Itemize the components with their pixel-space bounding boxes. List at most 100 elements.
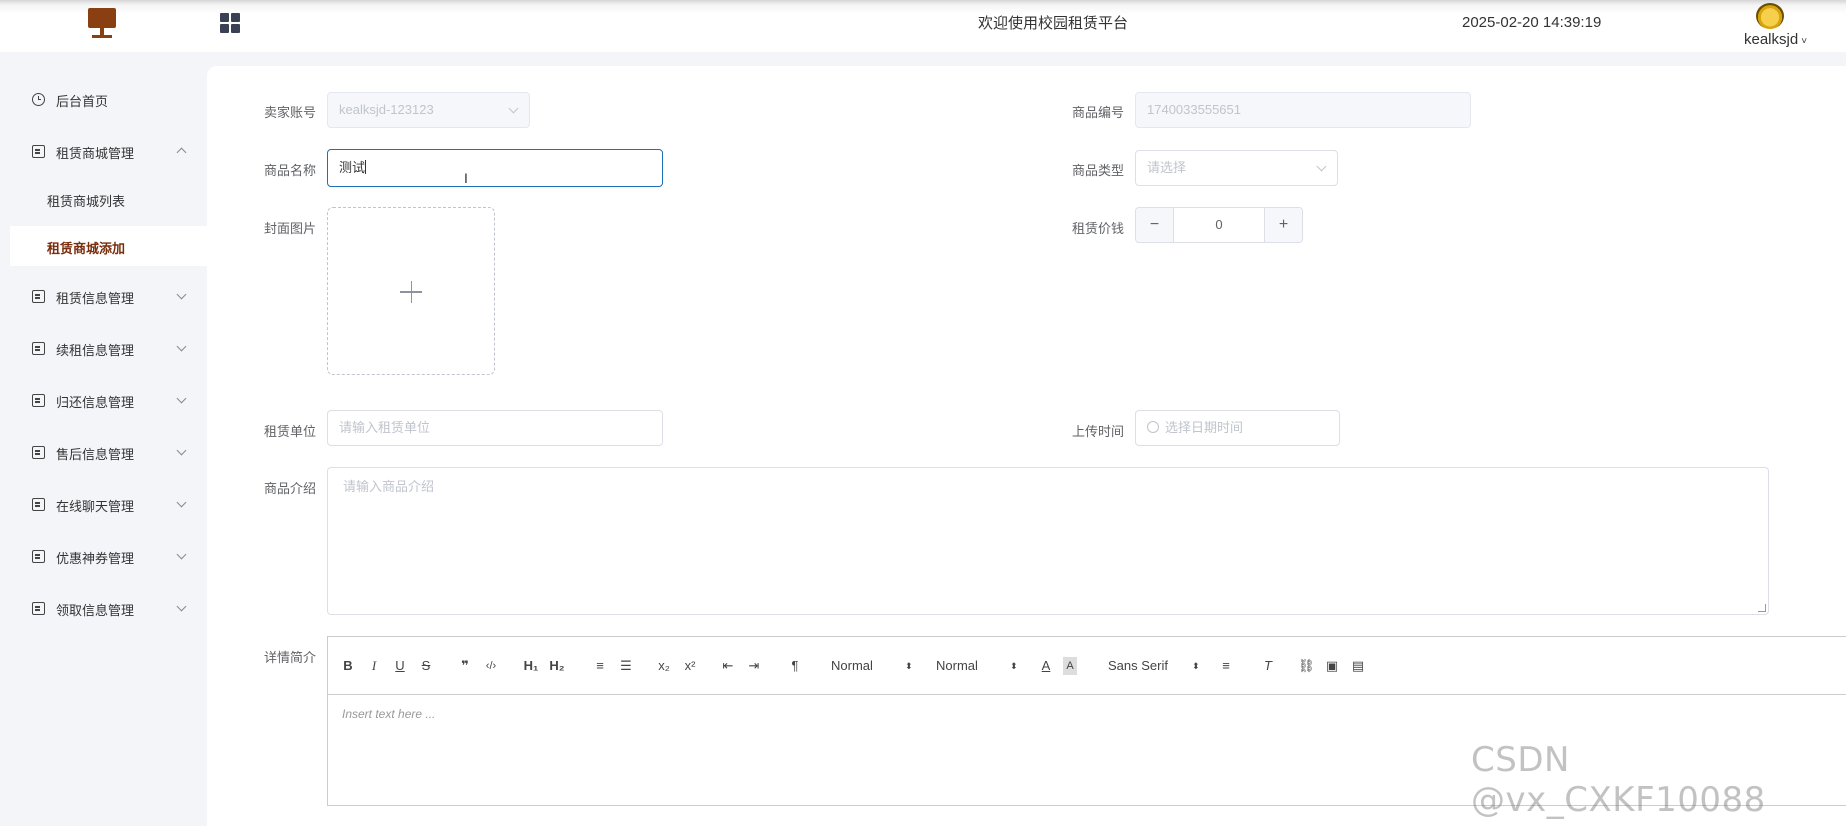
user-menu[interactable]: kealksjd ˅ [1744, 31, 1807, 48]
header-select[interactable]: Normal ⬍ [936, 657, 1018, 675]
sidebar-item-label: 归还信息管理 [56, 394, 135, 410]
avatar[interactable] [1756, 3, 1784, 29]
background-color-icon[interactable]: A [1063, 657, 1077, 675]
top-bar: 欢迎使用校园租赁平台 2025-02-20 14:39:19 kealksjd ˅ [0, 0, 1846, 52]
header-select-value: Normal [936, 658, 978, 673]
chevron-down-icon: ˅ [1801, 36, 1808, 47]
header-2-button[interactable]: H₂ [548, 657, 566, 675]
chevron-down-icon [176, 601, 187, 612]
chevron-up-icon [176, 147, 187, 158]
seller-account-label: 卖家账号 [264, 105, 317, 120]
font-color-icon[interactable]: A [1039, 657, 1053, 675]
product-name-input[interactable]: 测试 [327, 149, 663, 187]
sidebar-group-rental-mall[interactable]: 租赁商城管理 [0, 132, 207, 172]
resize-handle-icon[interactable] [1758, 604, 1766, 612]
rent-price-input[interactable]: 0 [1174, 208, 1264, 242]
seller-account-value: kealksjd-123123 [339, 102, 434, 117]
image-icon[interactable]: ▣ [1324, 657, 1340, 675]
product-type-select[interactable]: 请选择 [1135, 150, 1338, 186]
sidebar-item-label: 续租信息管理 [56, 342, 135, 358]
rent-unit-label: 租赁单位 [264, 424, 317, 439]
bullet-list-icon[interactable]: ☰ [618, 657, 634, 675]
text-cursor-icon: I [464, 170, 468, 186]
clock-icon [32, 93, 45, 106]
chevron-down-icon [176, 445, 187, 456]
ordered-list-icon[interactable]: ≡ [592, 657, 608, 675]
sidebar-group-rental-info[interactable]: 租赁信息管理 [0, 277, 207, 317]
sidebar-item-label: 后台首页 [56, 93, 109, 109]
outdent-icon[interactable]: ⇤ [720, 657, 736, 675]
product-no-field: 1740033555651 [1135, 92, 1471, 128]
font-select[interactable]: Sans Serif ⬍ [1108, 657, 1208, 675]
chevron-down-icon [176, 341, 187, 352]
upload-time-picker[interactable]: 选择日期时间 [1135, 410, 1340, 446]
align-icon[interactable]: ≡ [1218, 657, 1234, 675]
rent-price-label: 租赁价钱 [1072, 221, 1125, 236]
chevron-down-icon [176, 289, 187, 300]
sidebar-item-rental-mall-add[interactable]: 租赁商城添加 [10, 226, 207, 266]
subscript-button[interactable]: x₂ [656, 657, 672, 675]
intro-placeholder: 请输入商品介绍 [343, 479, 435, 494]
clock-icon [1147, 421, 1159, 433]
sidebar-group-coupons[interactable]: 优惠神券管理 [0, 537, 207, 577]
italic-button[interactable]: I [368, 657, 380, 675]
size-select[interactable]: Normal ⬍ [831, 657, 913, 675]
sidebar-item-rental-mall-list[interactable]: 租赁商城列表 [10, 179, 207, 219]
sidebar-group-renewal-info[interactable]: 续租信息管理 [0, 329, 207, 369]
submenu-label: 租赁商城列表 [47, 194, 126, 209]
strike-button[interactable]: S [420, 657, 432, 675]
product-type-placeholder: 请选择 [1147, 160, 1187, 175]
product-type-label: 商品类型 [1072, 163, 1125, 178]
product-name-label: 商品名称 [264, 163, 317, 178]
chevron-updown-icon: ⬍ [1192, 661, 1200, 671]
submenu-label: 租赁商城添加 [47, 241, 126, 256]
apps-grid-icon[interactable] [220, 13, 240, 33]
chevron-down-icon [176, 393, 187, 404]
sidebar-group-return-info[interactable]: 归还信息管理 [0, 381, 207, 421]
product-no-value: 1740033555651 [1147, 102, 1241, 117]
sidebar-item-label: 售后信息管理 [56, 446, 135, 462]
header-1-button[interactable]: H₁ [522, 657, 540, 675]
increment-button[interactable]: + [1264, 208, 1302, 242]
superscript-button[interactable]: x² [682, 657, 698, 675]
sidebar-group-after-sales[interactable]: 售后信息管理 [0, 433, 207, 473]
current-datetime: 2025-02-20 14:39:19 [1462, 14, 1602, 31]
monitor-logo-icon [88, 8, 116, 38]
video-icon[interactable]: ▤ [1350, 657, 1366, 675]
sidebar-item-label: 租赁商城管理 [56, 145, 135, 161]
document-icon [32, 550, 45, 563]
rent-unit-input[interactable]: 请输入租赁单位 [327, 410, 663, 446]
blockquote-button[interactable]: ❞ [458, 657, 472, 675]
upload-time-label: 上传时间 [1072, 424, 1125, 439]
upload-time-placeholder: 选择日期时间 [1165, 420, 1244, 435]
editor-placeholder[interactable]: Insert text here ... [342, 707, 435, 721]
decrement-button[interactable]: − [1136, 208, 1174, 242]
sidebar-group-online-chat[interactable]: 在线聊天管理 [0, 485, 207, 525]
chevron-updown-icon: ⬍ [1010, 661, 1018, 671]
document-icon [32, 342, 45, 355]
sidebar-item-label: 领取信息管理 [56, 602, 135, 618]
document-icon [32, 498, 45, 511]
sidebar-item-label: 租赁信息管理 [56, 290, 135, 306]
code-block-button[interactable]: ‹/› [482, 657, 500, 675]
sidebar-item-home[interactable]: 后台首页 [0, 80, 207, 120]
sidebar: 后台首页 租赁商城管理 租赁商城列表 租赁商城添加 租赁信息管理 续租信息管理 … [0, 52, 207, 795]
indent-icon[interactable]: ⇥ [746, 657, 762, 675]
sidebar-item-label: 优惠神券管理 [56, 550, 135, 566]
chevron-down-icon [176, 549, 187, 560]
cover-image-upload[interactable] [327, 207, 495, 375]
intro-textarea[interactable]: 请输入商品介绍 [327, 467, 1769, 615]
sidebar-item-label: 在线聊天管理 [56, 498, 135, 514]
font-select-value: Sans Serif [1108, 658, 1168, 673]
text-direction-icon[interactable]: ¶ [787, 657, 803, 675]
product-name-value: 测试 [339, 160, 366, 175]
username: kealksjd [1744, 31, 1799, 48]
link-icon[interactable]: ⛓ [1298, 657, 1315, 675]
clear-format-icon[interactable]: T [1260, 657, 1276, 675]
document-icon [32, 290, 45, 303]
bold-button[interactable]: B [342, 657, 354, 675]
sidebar-group-claim-info[interactable]: 领取信息管理 [0, 589, 207, 629]
underline-button[interactable]: U [394, 657, 406, 675]
chevron-down-icon [1316, 161, 1327, 172]
document-icon [32, 602, 45, 615]
